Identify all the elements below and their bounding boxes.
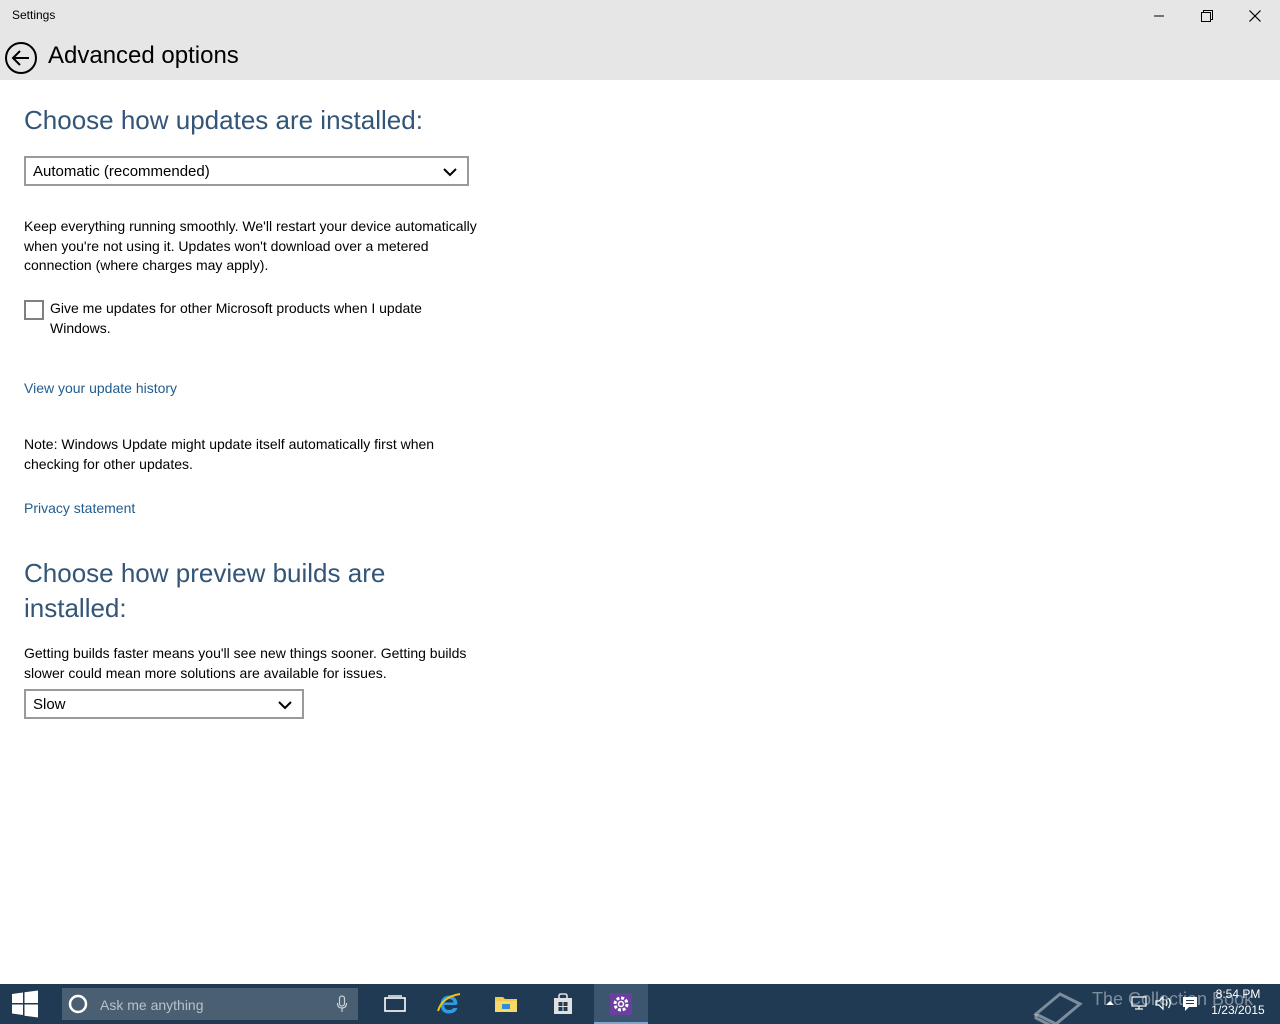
preview-builds-value: Slow bbox=[33, 696, 66, 713]
network-icon[interactable] bbox=[1130, 995, 1148, 1011]
task-view-button[interactable] bbox=[368, 984, 422, 1024]
folder-icon bbox=[495, 997, 517, 1012]
updates-heading: Choose how updates are installed: bbox=[24, 105, 423, 135]
microphone-icon[interactable] bbox=[336, 995, 348, 1013]
close-button[interactable] bbox=[1232, 0, 1278, 32]
start-button[interactable] bbox=[0, 984, 50, 1024]
update-install-dropdown[interactable]: Automatic (recommended) bbox=[24, 156, 469, 186]
page-title: Advanced options bbox=[48, 42, 239, 69]
update-note: Note: Windows Update might update itself… bbox=[24, 436, 435, 472]
builds-description: Getting builds faster means you'll see n… bbox=[24, 645, 467, 681]
chevron-down-icon bbox=[278, 701, 292, 710]
store-button[interactable] bbox=[536, 984, 590, 1024]
page-header: Advanced options bbox=[0, 32, 1280, 80]
back-button[interactable] bbox=[4, 41, 38, 75]
internet-explorer-icon bbox=[437, 993, 461, 1014]
gear-icon bbox=[610, 993, 632, 1015]
clock-time: 8:54 PM bbox=[1215, 987, 1261, 1001]
minimize-button[interactable] bbox=[1136, 0, 1182, 32]
close-icon bbox=[1249, 10, 1261, 22]
settings-taskbar-button[interactable] bbox=[594, 984, 648, 1024]
minimize-icon bbox=[1154, 15, 1164, 17]
cortana-icon bbox=[68, 994, 88, 1014]
file-explorer-button[interactable] bbox=[479, 984, 533, 1024]
restore-button[interactable] bbox=[1184, 0, 1230, 32]
windows-logo-icon bbox=[12, 990, 38, 1018]
update-history-link[interactable]: View your update history bbox=[24, 380, 177, 396]
window-title: Settings bbox=[12, 8, 56, 22]
restore-icon bbox=[1201, 10, 1213, 22]
updates-description: Keep everything running smoothly. We'll … bbox=[24, 218, 477, 273]
chevron-down-icon bbox=[443, 168, 457, 177]
volume-icon[interactable] bbox=[1154, 995, 1174, 1011]
search-input[interactable] bbox=[98, 994, 322, 1016]
internet-explorer-button[interactable] bbox=[422, 984, 476, 1024]
taskbar-clock[interactable]: 8:54 PM 1/23/2015 bbox=[1206, 986, 1270, 1018]
store-icon bbox=[554, 993, 572, 1014]
chevron-up-icon[interactable] bbox=[1104, 998, 1116, 1008]
ms-products-checkbox[interactable] bbox=[24, 300, 44, 320]
action-center-icon[interactable] bbox=[1181, 995, 1199, 1013]
title-bar: Settings bbox=[0, 0, 1280, 32]
clock-date: 1/23/2015 bbox=[1211, 1003, 1265, 1017]
privacy-statement-link[interactable]: Privacy statement bbox=[24, 500, 135, 516]
preview-builds-dropdown[interactable]: Slow bbox=[24, 689, 304, 719]
update-install-value: Automatic (recommended) bbox=[33, 163, 210, 180]
ms-products-checkbox-label[interactable]: Give me updates for other Microsoft prod… bbox=[50, 299, 470, 338]
task-view-icon bbox=[384, 995, 406, 1012]
settings-window: Settings Advanced options Choose how upd… bbox=[0, 0, 1280, 1024]
back-arrow-icon bbox=[5, 42, 37, 74]
book-icon bbox=[1033, 992, 1083, 1024]
cortana-search-box[interactable] bbox=[62, 988, 358, 1020]
builds-heading: Choose how preview builds are installed: bbox=[24, 558, 386, 623]
